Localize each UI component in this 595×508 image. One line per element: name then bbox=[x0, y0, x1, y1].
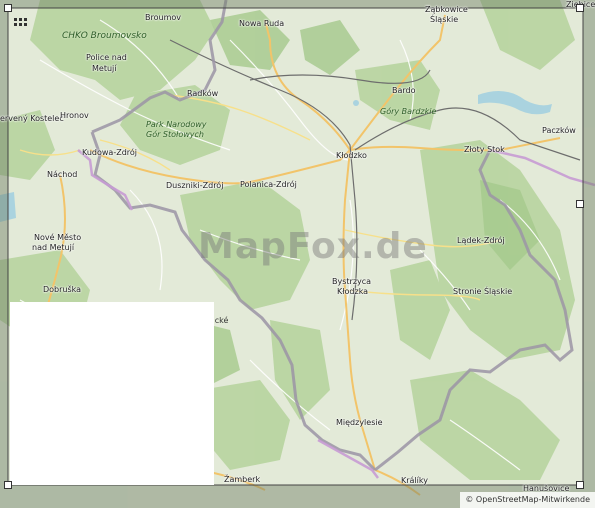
town-label-slaskie: Śląskie bbox=[430, 15, 459, 24]
town-label-zamberk: Žamberk bbox=[224, 475, 261, 484]
town-label-metuji: Metují bbox=[92, 64, 117, 73]
town-label-radkow: Radków bbox=[187, 89, 219, 98]
town-label-zloty-stok: Złoty Stok bbox=[464, 145, 505, 154]
resize-handle-bottom-left[interactable] bbox=[4, 481, 12, 489]
town-label-nove-mesto: Nové Město bbox=[34, 233, 82, 242]
town-label-bardo: Bardo bbox=[392, 86, 416, 95]
town-label-ladek-zdroj: Lądek-Zdrój bbox=[457, 236, 505, 245]
blank-overlay-panel bbox=[10, 302, 214, 485]
map-attribution[interactable]: © OpenStreetMap-Mitwirkende bbox=[460, 492, 595, 508]
town-label-kudowa-zdroj: Kudowa-Zdrój bbox=[82, 148, 138, 157]
town-label-klodzka: Kłodzka bbox=[337, 287, 369, 296]
attribution-link[interactable]: OpenStreetMap-Mitwirkende bbox=[476, 495, 590, 504]
town-label-duszniki-zdroj: Duszniki-Zdrój bbox=[166, 181, 224, 190]
resize-handle-right[interactable] bbox=[576, 200, 584, 208]
region-label-gor-stolowych: Gór Stołowych bbox=[146, 130, 204, 139]
copyright-symbol: © bbox=[465, 495, 474, 504]
town-label-police-nad: Police nad bbox=[86, 53, 127, 62]
town-label-kraliky: Králíky bbox=[401, 476, 428, 485]
town-label-stronie-slaskie: Stronie Śląskie bbox=[453, 287, 513, 296]
region-label-gory-bardzkie: Góry Bardzkie bbox=[380, 107, 437, 116]
town-label-nachod: Náchod bbox=[47, 170, 78, 179]
map-view[interactable]: MapFox.de CHKO Broumovsko Góry Bardzkie … bbox=[0, 0, 595, 508]
resize-handle-bottom-right[interactable] bbox=[576, 481, 584, 489]
map-watermark: MapFox.de bbox=[198, 226, 428, 267]
town-label-hronov: Hronov bbox=[60, 111, 89, 120]
town-label-polanica-zdroj: Polanica-Zdrój bbox=[240, 180, 297, 189]
region-label-chko-broumovsko: CHKO Broumovsko bbox=[62, 31, 147, 41]
town-label-zabkowice: Ząbkowice bbox=[425, 5, 468, 14]
town-label-klodzko: Kłodzko bbox=[336, 151, 367, 160]
region-label-park-narodowy: Park Narodowy bbox=[146, 120, 207, 129]
town-label-cerveny-kostelec: ervený Kostelec bbox=[0, 114, 64, 123]
town-label-miedzylesie: Międzylesie bbox=[336, 418, 383, 427]
town-label-dobruska: Dobruška bbox=[43, 285, 82, 294]
town-label-broumov: Broumov bbox=[145, 13, 181, 22]
town-label-nowa-ruda: Nowa Ruda bbox=[239, 19, 285, 28]
resize-handle-top-left[interactable] bbox=[4, 4, 12, 12]
town-label-nad-metuji: nad Metují bbox=[32, 243, 75, 252]
town-label-bystrzyca: Bystrzyca bbox=[332, 277, 372, 286]
town-label-paczkow: Paczków bbox=[542, 126, 576, 135]
grid-menu-icon[interactable] bbox=[14, 18, 28, 32]
resize-handle-top-right[interactable] bbox=[576, 4, 584, 12]
